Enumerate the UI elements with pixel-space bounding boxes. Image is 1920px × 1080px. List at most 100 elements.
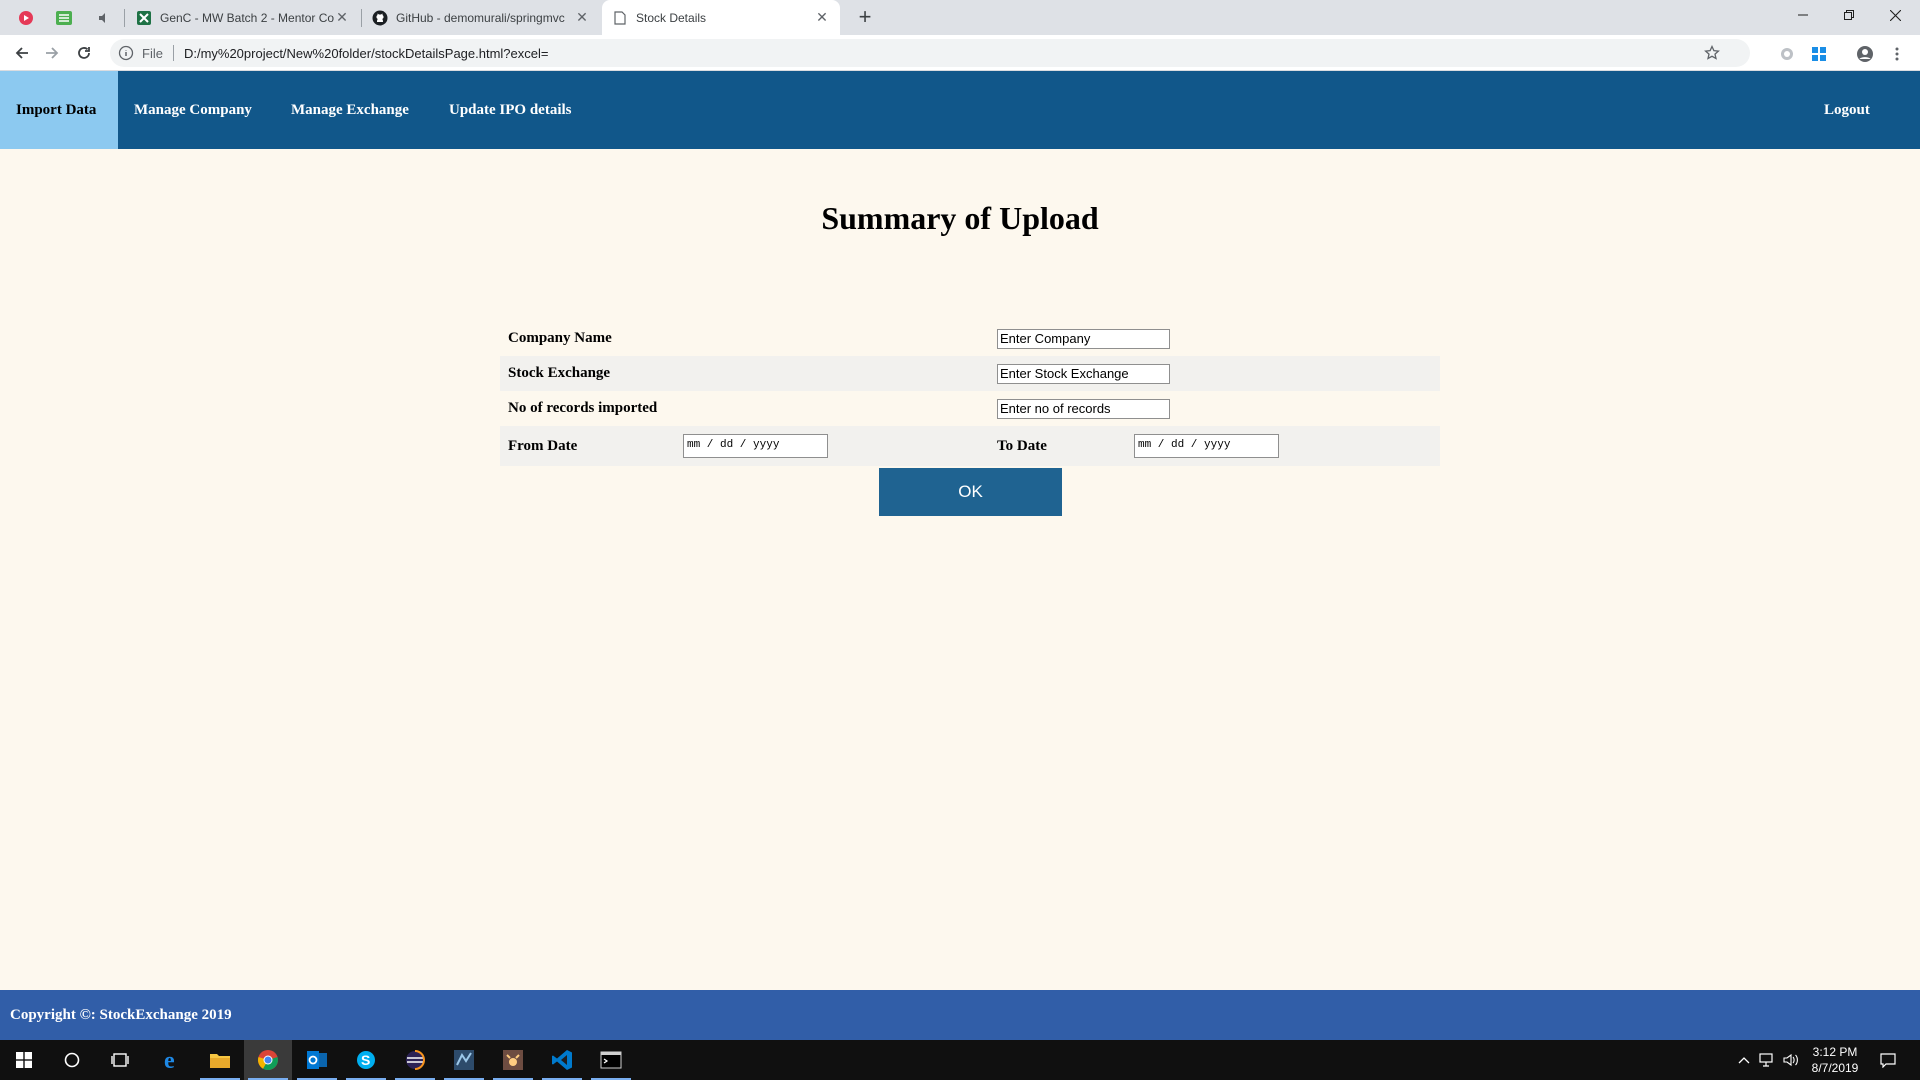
from-date-input[interactable]: mm / dd / yyyy [683,434,828,458]
company-input[interactable]: Enter Company [997,329,1170,349]
pinned-tab-muted[interactable] [86,0,122,35]
date-row: From Date mm / dd / yyyy To Date mm / dd… [500,426,1440,466]
taskbar-mysql-workbench[interactable] [440,1040,488,1080]
tab-title: GenC - MW Batch 2 - Mentor Co [160,10,334,25]
speaker-muted-icon [99,12,105,23]
company-label: Company Name [508,330,612,346]
task-view-button[interactable] [96,1040,144,1080]
company-row: Company Name Enter Company [500,321,1440,356]
taskbar-chrome[interactable] [244,1040,292,1080]
notification-icon [1880,1053,1896,1068]
start-button[interactable] [0,1040,48,1080]
tab-title: GitHub - demomurali/springmvc [396,10,565,25]
nav-manage-exchange[interactable]: Manage Exchange [275,71,425,149]
tab-github[interactable]: GitHub - demomurali/springmvc ✕ [362,0,600,35]
pinned-tab-sheet[interactable] [46,0,82,35]
close-icon[interactable]: ✕ [574,9,590,26]
upload-summary-form: Company Name Enter Company Stock Exchang… [500,321,1440,466]
tomcat-icon [503,1050,523,1070]
minimize-icon [1798,14,1808,16]
new-tab-button[interactable]: + [852,5,878,31]
taskbar-tomcat[interactable] [489,1040,537,1080]
tray-volume[interactable] [1780,1040,1802,1080]
close-window-button[interactable] [1872,0,1918,30]
menu-button[interactable] [1888,45,1906,63]
taskbar-terminal[interactable] [587,1040,635,1080]
taskbar-skype[interactable]: S [342,1040,390,1080]
exchange-input[interactable]: Enter Stock Exchange [997,364,1170,384]
records-input[interactable]: Enter no of records [997,399,1170,419]
edge-icon: e [164,1049,175,1071]
taskbar-search[interactable] [48,1040,96,1080]
minimize-button[interactable] [1780,0,1826,30]
taskbar: e S 3:12 PM 8/7/2019 [0,1040,1920,1080]
file-explorer-icon [210,1054,230,1068]
action-center-button[interactable] [1868,1040,1908,1080]
page-icon [612,10,628,26]
reload-button[interactable] [70,39,98,67]
vscode-icon [552,1050,572,1070]
cast-icon [19,10,33,25]
tab-stock-details[interactable]: Stock Details ✕ [602,0,840,35]
taskbar-clock[interactable]: 3:12 PM 8/7/2019 [1800,1044,1870,1076]
ok-button[interactable]: OK [879,468,1062,516]
info-icon[interactable] [118,45,134,61]
from-date-label: From Date [508,438,578,454]
taskbar-edge[interactable]: e [148,1040,196,1080]
clock-time: 3:12 PM [1812,1045,1858,1059]
kebab-menu-icon [1895,47,1899,61]
nav-import-data[interactable]: Import Data [0,71,118,149]
nav-update-ipo[interactable]: Update IPO details [433,71,588,149]
extension-circle-icon [1781,48,1793,60]
volume-icon [1783,1053,1798,1067]
page-title: Summary of Upload [821,200,1099,236]
skype-icon: S [357,1051,375,1069]
nav-logout[interactable]: Logout [1808,71,1886,149]
bookmark-star-icon[interactable] [1704,45,1720,61]
search-icon [64,1052,80,1068]
to-date-label: To Date [997,438,1047,454]
outlook-icon [307,1051,327,1069]
url-divider [172,45,174,61]
close-icon[interactable]: ✕ [814,9,830,26]
pinned-tab-cast[interactable] [8,0,44,35]
address-bar[interactable]: File D:/my%20project/New%20folder/stockD… [110,39,1750,67]
copyright-text: Copyright ©: StockExchange 2019 [10,1006,232,1023]
sheets-icon [136,10,152,26]
extension-button[interactable] [1778,45,1796,63]
taskbar-file-explorer[interactable] [196,1040,244,1080]
restore-button[interactable] [1826,0,1872,30]
browser-toolbar: File D:/my%20project/New%20folder/stockD… [0,35,1920,71]
windows-icon [1812,47,1826,61]
start-icon [16,1052,32,1068]
close-icon[interactable]: ✕ [334,9,350,26]
url-text[interactable]: D:/my%20project/New%20folder/stockDetail… [184,46,549,61]
tray-network[interactable] [1756,1040,1778,1080]
forward-button[interactable] [38,39,66,67]
browser-tabstrip: GenC - MW Batch 2 - Mentor Co ✕ GitHub -… [0,0,1920,35]
profile-button[interactable] [1856,45,1874,63]
profile-icon [1857,46,1873,62]
eclipse-icon [406,1050,425,1070]
task-view-icon [111,1053,129,1067]
exchange-row: Stock Exchange Enter Stock Exchange [500,356,1440,391]
tab-genc[interactable]: GenC - MW Batch 2 - Mentor Co ✕ [126,0,360,35]
nav-manage-company[interactable]: Manage Company [118,71,268,149]
taskbar-eclipse[interactable] [391,1040,439,1080]
back-button[interactable] [8,39,36,67]
to-date-input[interactable]: mm / dd / yyyy [1134,434,1279,458]
clock-date: 8/7/2019 [1811,1061,1859,1075]
close-icon [1889,9,1901,21]
tray-overflow-button[interactable] [1734,1040,1754,1080]
records-row: No of records imported Enter no of recor… [500,391,1440,426]
forward-arrow-icon [46,47,59,59]
back-arrow-icon [15,47,28,59]
page-footer: Copyright ©: StockExchange 2019 [0,990,1920,1040]
taskbar-outlook[interactable] [293,1040,341,1080]
github-icon [372,10,388,26]
chevron-up-icon [1738,1057,1750,1064]
records-label: No of records imported [508,400,658,416]
taskbar-vscode[interactable] [538,1040,586,1080]
windows-extension-button[interactable] [1810,45,1828,63]
terminal-icon [600,1051,622,1069]
